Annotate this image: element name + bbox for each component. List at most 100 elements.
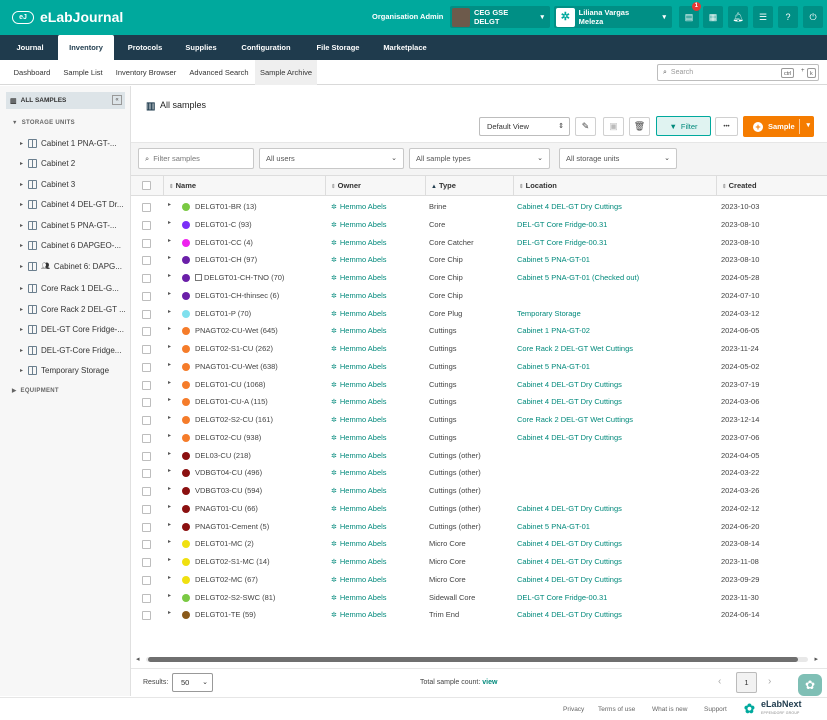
sample-name-link[interactable]: DELGT01-BR (13)	[195, 202, 257, 211]
logout-button[interactable]: ⏻	[803, 6, 823, 28]
owner-link[interactable]: ✲ Hemmo Abels	[331, 486, 387, 495]
expand-icon[interactable]: ▸	[20, 181, 28, 188]
row-checkbox[interactable]	[142, 611, 151, 621]
results-per-page-select[interactable]: 50 ⌄	[172, 673, 213, 692]
expand-row-icon[interactable]: ▸	[168, 237, 171, 244]
chevron-down-icon[interactable]: ▾	[806, 121, 810, 129]
table-row[interactable]: ▸ DELGT01-CH (97) ✲ Hemmo Abels Core Chip Cab…	[131, 251, 827, 269]
row-checkbox[interactable]	[142, 522, 151, 532]
expand-row-icon[interactable]: ▸	[168, 450, 171, 457]
sidebar-storage-unit[interactable]: ▸ Cabinet 5 PNA-GT-...	[20, 218, 128, 232]
sample-name-link[interactable]: DELGT01-TE (59)	[195, 610, 256, 619]
row-checkbox[interactable]	[142, 558, 151, 567]
expand-icon[interactable]: ▸	[20, 242, 28, 249]
row-checkbox[interactable]	[142, 203, 151, 212]
owner-link[interactable]: ✲ Hemmo Abels	[331, 309, 387, 318]
support-link[interactable]: Support	[704, 706, 727, 713]
apps-button[interactable]: ☰	[753, 6, 773, 28]
owner-link[interactable]: ✲ Hemmo Abels	[331, 362, 387, 371]
expand-row-icon[interactable]: ▸	[168, 467, 171, 474]
table-row[interactable]: ▸ PNAGT01-Cement (5) ✲ Hemmo Abels Cuttings …	[131, 518, 827, 536]
table-row[interactable]: ▸ DELGT02-S1-MC (14) ✲ Hemmo Abels Micro Cor…	[131, 553, 827, 571]
owner-link[interactable]: ✲ Hemmo Abels	[331, 610, 387, 619]
location-link[interactable]: Temporary Storage	[517, 309, 581, 318]
sidebar-storage-unit[interactable]: ▸ DEL-GT Core Fridge-...	[20, 322, 128, 336]
column-location[interactable]: ⇕ Location	[513, 176, 716, 196]
sample-name-link[interactable]: DELGT02-S1-CU (262)	[195, 344, 273, 353]
expand-icon[interactable]: ▸	[20, 140, 28, 147]
owner-link[interactable]: ✲ Hemmo Abels	[331, 539, 387, 548]
table-row[interactable]: ▸ DELGT01-P (70) ✲ Hemmo Abels Core Plug Temp…	[131, 305, 827, 323]
sidebar-storage-unit[interactable]: ▸ DEL-GT-Core Fridge...	[20, 343, 128, 357]
sample-name-link[interactable]: DEL03-CU (218)	[195, 451, 251, 460]
column-created[interactable]: ⇕ Created	[716, 176, 827, 196]
sample-name-link[interactable]: DELGT01-CC (4)	[195, 238, 253, 247]
expand-row-icon[interactable]: ▸	[168, 254, 171, 261]
table-row[interactable]: ▸ VDBGT04-CU (496) ✲ Hemmo Abels Cuttings (o…	[131, 464, 827, 482]
edit-view-button[interactable]: ✎	[575, 117, 596, 136]
table-row[interactable]: ▸ DELGT01-CU (1068) ✲ Hemmo Abels Cuttings Ca…	[131, 376, 827, 394]
view-select[interactable]: Default View ⇕	[479, 117, 570, 136]
filter-samples-input[interactable]: ⌕ Filter samples	[138, 148, 254, 169]
subnav-sample-list[interactable]: Sample List	[58, 60, 108, 85]
row-checkbox[interactable]	[142, 380, 151, 390]
nav-marketplace[interactable]: Marketplace	[376, 35, 434, 60]
location-link[interactable]: Cabinet 4 DEL-GT Dry Cuttings	[517, 380, 622, 389]
sidebar-storage-unit[interactable]: ▸ Cabinet 2	[20, 156, 128, 170]
subnav-dashboard[interactable]: Dashboard	[6, 60, 58, 85]
sample-name-link[interactable]: VDBGT04-CU (496)	[195, 468, 262, 477]
location-link[interactable]: Cabinet 4 DEL-GT Dry Cuttings	[517, 610, 622, 619]
row-checkbox[interactable]	[142, 575, 151, 585]
location-link[interactable]: Cabinet 5 PNA-GT-01	[517, 522, 590, 531]
row-checkbox[interactable]	[142, 220, 151, 230]
filter-button[interactable]: ▼ Filter	[656, 116, 711, 136]
location-link[interactable]: Cabinet 5 PNA-GT-01 (Checked out)	[517, 273, 639, 282]
sample-name-link[interactable]: DELGT02-S2-SWC (81)	[195, 593, 275, 602]
news-button[interactable]: ▦	[703, 6, 723, 28]
row-checkbox[interactable]	[142, 433, 151, 443]
storage-units-filter-select[interactable]: All storage units ⌄	[559, 148, 677, 169]
location-link[interactable]: Core Rack 2 DEL-GT Wet Cuttings	[517, 415, 633, 424]
storage-units-heading[interactable]: ▼ STORAGE UNITS	[12, 120, 75, 126]
location-link[interactable]: Cabinet 4 DEL-GT Dry Cuttings	[517, 202, 622, 211]
sample-name-link[interactable]: DELGT01-CU (1068)	[195, 380, 265, 389]
expand-row-icon[interactable]: ▸	[168, 343, 171, 350]
page-1-button[interactable]: 1	[736, 672, 757, 693]
location-link[interactable]: Cabinet 4 DEL-GT Dry Cuttings	[517, 433, 622, 442]
sample-name-link[interactable]: DELGT01-P (70)	[195, 309, 251, 318]
global-search-input[interactable]: ⌕ Search ctrl + k	[657, 64, 819, 81]
expand-row-icon[interactable]: ▸	[168, 485, 171, 492]
sample-name-link[interactable]: VDBGT03-CU (594)	[195, 486, 262, 495]
owner-link[interactable]: ✲ Hemmo Abels	[331, 273, 387, 282]
expand-row-icon[interactable]: ▸	[168, 521, 171, 528]
owner-link[interactable]: ✲ Hemmo Abels	[331, 291, 387, 300]
nav-inventory[interactable]: Inventory	[58, 35, 114, 60]
table-row[interactable]: ▸ DELGT02-S2-SWC (81) ✲ Hemmo Abels Sidewall…	[131, 589, 827, 607]
view-total-link[interactable]: view	[482, 679, 497, 686]
table-row[interactable]: ▸ DELGT01-CU-A (115) ✲ Hemmo Abels Cuttings C…	[131, 393, 827, 411]
location-link[interactable]: Cabinet 5 PNA-GT-01	[517, 362, 590, 371]
owner-link[interactable]: ✲ Hemmo Abels	[331, 202, 387, 211]
table-row[interactable]: ▸ DELGT01-CH-thinsec (6) ✲ Hemmo Abels Core …	[131, 287, 827, 305]
row-checkbox[interactable]	[142, 309, 151, 319]
owner-link[interactable]: ✲ Hemmo Abels	[331, 522, 387, 531]
scroll-right-icon[interactable]: ▸	[814, 655, 818, 663]
expand-row-icon[interactable]: ▸	[168, 432, 171, 439]
owner-link[interactable]: ✲ Hemmo Abels	[331, 415, 387, 424]
owner-link[interactable]: ✲ Hemmo Abels	[331, 575, 387, 584]
row-checkbox[interactable]	[142, 416, 151, 425]
sample-name-link[interactable]: DELGT02-MC (67)	[195, 575, 258, 584]
location-link[interactable]: Cabinet 4 DEL-GT Dry Cuttings	[517, 397, 622, 406]
owner-link[interactable]: ✲ Hemmo Abels	[331, 433, 387, 442]
nav-protocols[interactable]: Protocols	[120, 35, 170, 60]
row-checkbox[interactable]	[142, 469, 151, 479]
table-row[interactable]: ▸ DELGT02-MC (67) ✲ Hemmo Abels Micro Core Ca…	[131, 571, 827, 589]
row-checkbox[interactable]	[142, 398, 151, 408]
sidebar-storage-unit[interactable]: ▸ Core Rack 2 DEL-GT ...	[20, 302, 128, 316]
table-row[interactable]: ▸ VDBGT03-CU (594) ✲ Hemmo Abels Cuttings (o…	[131, 482, 827, 500]
location-link[interactable]: Cabinet 4 DEL-GT Dry Cuttings	[517, 539, 622, 548]
expand-row-icon[interactable]: ▸	[168, 609, 171, 616]
row-checkbox[interactable]	[142, 504, 151, 514]
row-checkbox[interactable]	[142, 291, 151, 301]
expand-row-icon[interactable]: ▸	[168, 538, 171, 545]
